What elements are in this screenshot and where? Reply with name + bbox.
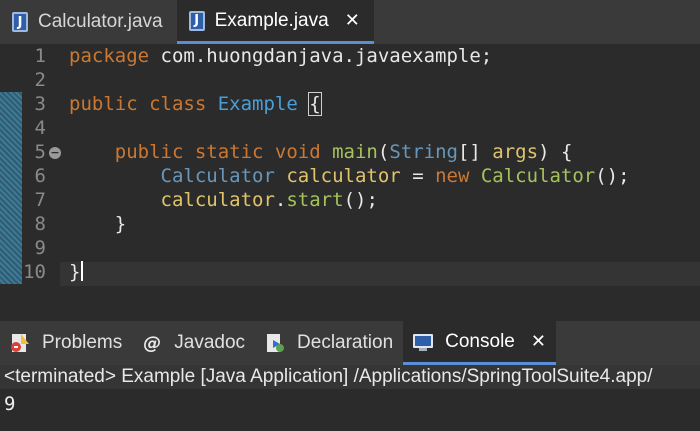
- declaration-icon: [263, 331, 287, 355]
- code-token: com.huongdanjava.javaexample;: [160, 45, 493, 67]
- views-tab-bar: Problems @ Javadoc Declaration Console ✕: [0, 321, 700, 365]
- line-number: 1: [34, 45, 46, 67]
- code-line: 9: [0, 236, 700, 260]
- code-token: .: [274, 189, 287, 211]
- code-line: 4: [0, 116, 700, 140]
- code-token: ();: [343, 189, 378, 211]
- tab-label: Example.java: [214, 9, 329, 31]
- code-text: }: [69, 212, 126, 236]
- line-number: 5: [34, 141, 46, 163]
- tab-console[interactable]: Console ✕: [403, 321, 556, 365]
- code-token: Calculator: [480, 165, 596, 187]
- problems-icon: [8, 331, 32, 355]
- line-number: 9: [34, 237, 46, 259]
- tab-javadoc[interactable]: @ Javadoc: [132, 321, 255, 365]
- tab-problems[interactable]: Problems: [0, 321, 132, 365]
- code-token: calculator: [286, 165, 401, 187]
- code-token: Example: [217, 93, 310, 115]
- console-status-line: <terminated> Example [Java Application] …: [0, 365, 700, 389]
- text-caret: [81, 261, 84, 281]
- code-token: }: [69, 213, 127, 235]
- tab-label: Javadoc: [174, 332, 246, 353]
- tab-declaration[interactable]: Declaration: [255, 321, 403, 365]
- code-line: 7 calculator.start();: [0, 188, 700, 212]
- tab-label: Declaration: [297, 332, 394, 353]
- code-token: public class: [69, 93, 218, 115]
- line-number: 8: [34, 213, 46, 235]
- console-icon: [411, 330, 435, 354]
- line-number: 4: [34, 117, 46, 139]
- code-line: 8 }: [0, 212, 700, 236]
- code-text: package com.huongdanjava.javaexample;: [69, 44, 492, 68]
- code-editor[interactable]: 1 package com.huongdanjava.javaexample; 2 3…: [0, 44, 700, 286]
- close-icon[interactable]: ✕: [345, 10, 360, 31]
- java-file-icon: J: [188, 10, 205, 31]
- line-number: 2: [34, 69, 46, 91]
- javadoc-at-icon: @: [143, 332, 162, 354]
- code-text: calculator.start();: [69, 188, 378, 212]
- code-line: 3 public class Example {: [0, 92, 700, 116]
- console-output: 9: [4, 393, 16, 415]
- tab-label: Console: [445, 330, 515, 352]
- collapse-icon[interactable]: −: [49, 147, 61, 159]
- code-line: 6 Calculator calculator = new Calculator…: [0, 164, 700, 188]
- tab-calculator-java[interactable]: J Calculator.java: [0, 0, 177, 44]
- close-icon[interactable]: ✕: [531, 331, 546, 352]
- line-number: 7: [34, 189, 46, 211]
- code-token: }: [69, 261, 81, 283]
- tab-label: Problems: [42, 332, 123, 353]
- code-token: package: [69, 45, 161, 67]
- code-token: (: [377, 141, 390, 163]
- code-token: calculator: [160, 189, 275, 211]
- code-token: String: [389, 141, 458, 163]
- line-number: 10: [23, 261, 46, 283]
- java-file-icon: J: [12, 12, 28, 32]
- code-line: 1 package com.huongdanjava.javaexample;: [0, 44, 700, 68]
- code-line: 5− public static void main(String[] args…: [0, 140, 700, 164]
- code-token: ();: [595, 165, 630, 187]
- editor-tab-bar: J Calculator.java J Example.java ✕: [0, 0, 700, 44]
- code-token: []: [457, 141, 493, 163]
- code-token: public static void: [114, 141, 333, 163]
- code-text: }: [69, 260, 84, 284]
- code-token: start: [286, 189, 344, 211]
- code-text: public static void main(String[] args) {: [69, 140, 573, 164]
- code-text: Calculator calculator = new Calculator()…: [69, 164, 630, 188]
- line-number: 3: [34, 93, 46, 115]
- code-token: =: [400, 165, 436, 187]
- code-line: 2: [0, 68, 700, 92]
- code-token: args: [492, 141, 539, 163]
- code-token: ) {: [538, 141, 573, 163]
- code-token: {: [308, 92, 322, 116]
- tab-example-java[interactable]: J Example.java ✕: [176, 0, 374, 44]
- code-token: main: [332, 141, 378, 163]
- code-token: new: [435, 165, 481, 187]
- code-token: Calculator: [160, 165, 287, 187]
- tab-label: Calculator.java: [38, 11, 163, 32]
- code-line: 10}: [0, 260, 700, 284]
- line-number: 6: [34, 165, 46, 187]
- code-text: public class Example {: [69, 92, 322, 116]
